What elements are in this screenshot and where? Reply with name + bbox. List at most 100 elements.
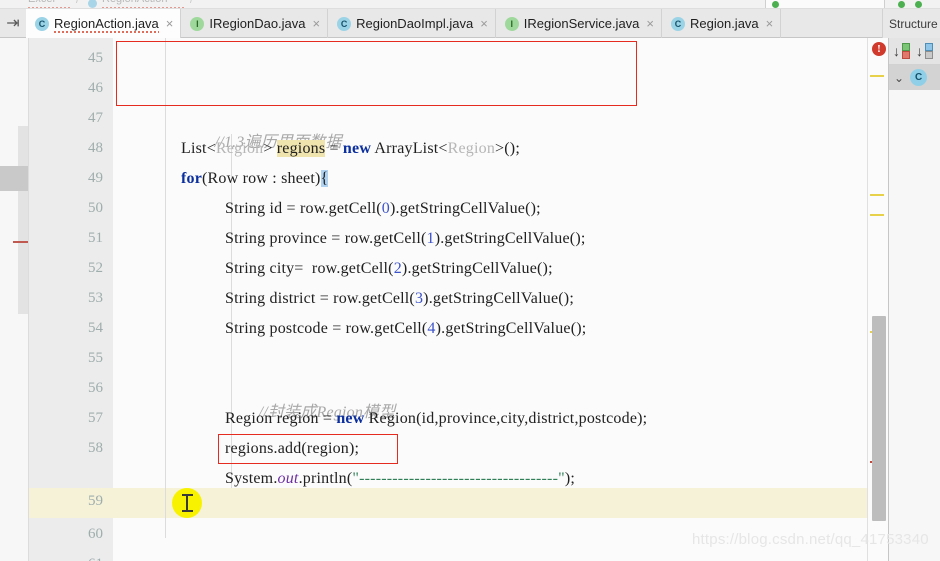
sort-by-visibility-icon[interactable]: ↓	[916, 42, 933, 60]
watermark-text: https://blog.csdn.net/qq_41753340	[692, 531, 929, 548]
editor-scrollbar-thumb[interactable]	[872, 316, 886, 521]
structure-tool-window: ↓ ↓ ⌄ C	[888, 38, 940, 561]
tool-window-tab-structure[interactable]: Structure	[882, 9, 940, 38]
tab-IRegionDao[interactable]: I IRegionDao.java ×	[181, 9, 329, 38]
tab-bar-filler	[781, 9, 882, 37]
breadcrumb: Excel / RegionAction /	[0, 0, 940, 9]
editor-marker-bar[interactable]	[867, 38, 888, 561]
run-icon[interactable]	[772, 1, 779, 8]
code-editor: 45 46 47 48 49 50 51 52 53 54 55 56 57 5…	[0, 38, 940, 561]
code-line-56[interactable]: Region region = new Region(id,province,c…	[225, 410, 647, 428]
red-square-glyph	[902, 50, 910, 59]
deleted-line-marker[interactable]	[13, 241, 28, 243]
line-number: 50	[88, 200, 103, 216]
sort-alphabetically-icon[interactable]: ↓	[893, 42, 910, 60]
error-count-badge[interactable]: !	[872, 42, 886, 56]
keyword-for: for	[181, 170, 203, 187]
close-icon[interactable]: ×	[478, 17, 488, 30]
generic-type-token: Region	[447, 140, 496, 157]
blue-square-glyph	[925, 42, 933, 51]
run-toolbar-icon-1[interactable]	[898, 1, 905, 8]
warning-marker[interactable]	[870, 194, 884, 196]
keyword-new: new	[342, 140, 372, 157]
down-arrow-glyph: ↓	[916, 42, 923, 59]
code-line-52[interactable]: String district = row.getCell(3).getStri…	[225, 290, 574, 308]
matching-brace-highlight: {	[320, 170, 329, 187]
breadcrumb-item-1[interactable]: RegionAction	[102, 0, 167, 5]
code-line-50[interactable]: String province = row.getCell(1).getStri…	[225, 230, 586, 248]
number-literal: 2	[393, 260, 402, 277]
editor-tab-bar: ⇥ C RegionAction.java × I IRegionDao.jav…	[0, 9, 940, 38]
line-number: 58	[88, 440, 103, 456]
line-number: 53	[88, 290, 103, 306]
number-literal: 1	[426, 230, 435, 247]
tab-label: IRegionDao.java	[209, 16, 306, 31]
changed-block-marker-active[interactable]	[0, 166, 28, 191]
breadcrumb-separator-1: /	[190, 0, 194, 6]
green-square-glyph	[902, 42, 910, 51]
current-line-highlight	[113, 488, 867, 518]
tab-label: Region.java	[690, 16, 759, 31]
tab-nav-icon[interactable]: ⇥	[0, 9, 26, 37]
line-number: 54	[88, 320, 103, 336]
line-number: 52	[88, 260, 103, 276]
structure-toolbar: ↓ ↓	[889, 38, 940, 65]
class-icon: C	[910, 69, 928, 86]
warning-marker[interactable]	[870, 75, 884, 77]
code-line-53[interactable]: String postcode = row.getCell(4).getStri…	[225, 320, 586, 338]
red-box-declaration	[116, 41, 637, 106]
number-literal: 3	[414, 290, 424, 307]
tab-Region[interactable]: C Region.java ×	[662, 9, 782, 38]
line-number: 56	[88, 380, 103, 396]
close-icon[interactable]: ×	[644, 17, 654, 30]
line-number-current: 59	[88, 493, 103, 509]
string-literal: "------------------------------------"	[352, 470, 565, 487]
code-text-area[interactable]: //1.3遍历里面数据 List<Region> regions = new A…	[113, 38, 867, 561]
highlighted-identifier: regions	[276, 140, 326, 157]
ide-window: Excel / RegionAction / ⇥ C RegionAction.…	[0, 0, 940, 561]
line-number: 49	[88, 170, 103, 186]
breadcrumb-item-0[interactable]: Excel	[28, 0, 55, 5]
tab-label: RegionAction.java	[54, 16, 159, 33]
run-toolbar-icon-2[interactable]	[915, 1, 922, 8]
generic-type-token: Region	[215, 140, 264, 157]
line-number: 57	[88, 410, 103, 426]
line-number: 61	[88, 556, 103, 561]
close-icon[interactable]: ×	[311, 17, 321, 30]
tab-RegionAction[interactable]: C RegionAction.java ×	[26, 9, 182, 38]
code-line-57[interactable]: regions.add(region);	[225, 440, 359, 458]
class-file-icon: C	[671, 16, 685, 31]
tab-label: RegionDaoImpl.java	[356, 16, 474, 31]
line-number: 51	[88, 230, 103, 246]
code-line-51[interactable]: String city= row.getCell(2).getStringCel…	[225, 260, 553, 278]
grey-square-glyph	[925, 50, 933, 59]
code-line-58[interactable]: System.out.println("--------------------…	[225, 470, 575, 488]
run-config-selector[interactable]	[765, 0, 885, 8]
line-number: 47	[88, 110, 103, 126]
changed-block-marker[interactable]	[18, 126, 28, 314]
indent-guide	[165, 38, 166, 538]
number-literal: 0	[381, 200, 390, 217]
code-line-47[interactable]: List<Region> regions = new ArrayList<Reg…	[181, 140, 520, 158]
line-number: 45	[88, 50, 103, 66]
tab-IRegionService[interactable]: I IRegionService.java ×	[496, 9, 662, 38]
number-literal: 4	[427, 320, 436, 337]
warning-marker[interactable]	[870, 214, 884, 216]
class-chip-icon	[88, 0, 97, 8]
class-file-icon: C	[35, 16, 49, 31]
ibeam-cursor-icon	[181, 494, 193, 512]
close-icon[interactable]: ×	[164, 17, 174, 30]
breadcrumb-separator-0: /	[76, 0, 80, 6]
structure-tree-node-class[interactable]: ⌄ C	[889, 65, 940, 90]
line-number-gutter: 45 46 47 48 49 50 51 52 53 54 55 56 57 5…	[28, 38, 114, 561]
class-file-icon: C	[337, 16, 352, 31]
interface-file-icon: I	[190, 16, 205, 31]
editor-left-strip	[0, 38, 28, 561]
close-icon[interactable]: ×	[764, 17, 774, 30]
chevron-down-icon[interactable]: ⌄	[894, 71, 904, 85]
code-line-49[interactable]: String id = row.getCell(0).getStringCell…	[225, 200, 541, 218]
mouse-cursor-highlight	[172, 488, 202, 518]
code-line-48[interactable]: for(Row row : sheet){	[181, 170, 329, 188]
line-number: 55	[88, 350, 103, 366]
tab-RegionDaoImpl[interactable]: C RegionDaoImpl.java ×	[328, 9, 496, 38]
